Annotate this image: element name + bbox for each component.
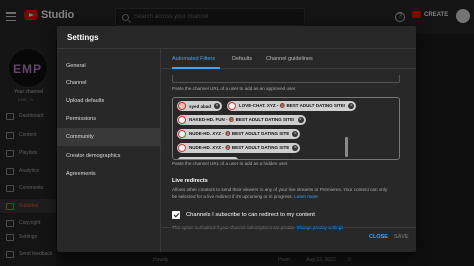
close-button[interactable]: CLOSE (369, 234, 388, 240)
studio-app: Studio ? CREATE EMP Your channel EMR_Tv … (0, 0, 474, 266)
remove-chip-icon[interactable]: × (292, 145, 299, 151)
tab-automated-filters[interactable]: Automated Filters (172, 49, 215, 69)
chip-label: NUDE-HD. XYZ - 🔞 BEST ADULT DATING SITE (189, 131, 290, 136)
settings-nav-general[interactable]: General (57, 57, 161, 75)
hidden-user-chip: LOVE-CHAT. XYZ - 🔞 BEST ADULT DATING SIT… (227, 101, 357, 111)
settings-nav-permissions[interactable]: Permissions (57, 110, 161, 128)
tab-bar: Automated Filters Defaults Channel guide… (162, 49, 416, 69)
chip-label: LOVE-CHAT. XYZ - 🔞 BEST ADULT DATING SIT… (239, 103, 346, 108)
settings-nav-creator-demographics[interactable]: Creator demographics (57, 147, 161, 165)
remove-chip-icon[interactable]: × (297, 117, 304, 123)
hidden-user-chip: NUDE-HD. XYZ - 🔞 BEST ADULT DATING SITE … (177, 143, 301, 153)
settings-nav: General Channel Upload defaults Permissions… (57, 49, 161, 252)
hidden-user-chip: NUDE-HD. XYZ - 🔞 BEST ADULT DATING SITE … (177, 129, 301, 139)
hidden-users-helper: Paste the channel URL of a user to add a… (172, 161, 289, 166)
settings-nav-upload-defaults[interactable]: Upload defaults (57, 92, 161, 110)
approved-users-helper: Paste the channel URL of a user to add a… (172, 86, 297, 91)
settings-content: Automated Filters Defaults Channel guide… (162, 49, 416, 252)
approved-users-field[interactable] (172, 75, 400, 83)
avatar (178, 144, 186, 152)
active-tab-indicator (172, 67, 220, 69)
hidden-users-field[interactable]: syed abad × LOVE-CHAT. XYZ - 🔞 BEST ADUL… (172, 97, 400, 160)
avatar (178, 116, 186, 124)
settings-nav-agreements[interactable]: Agreements (57, 165, 161, 183)
tab-defaults[interactable]: Defaults (232, 49, 252, 69)
chip-label: NAKED-HD. FUN - 🔞 BEST ADULT DATING SITE… (189, 117, 295, 122)
settings-nav-community[interactable]: Community (57, 128, 161, 146)
remove-chip-icon[interactable]: × (348, 103, 355, 109)
settings-nav-channel[interactable]: Channel (57, 74, 161, 92)
redirect-checkbox-row[interactable]: Channels I subscribe to can redirect to … (172, 211, 315, 219)
checkbox-label: Channels I subscribe to can redirect to … (186, 212, 315, 218)
chip-label: syed abad (189, 103, 212, 109)
avatar (178, 102, 186, 110)
learn-more-link[interactable]: Learn more (294, 194, 318, 199)
redirect-checkbox[interactable] (172, 211, 180, 219)
scrollbar-thumb[interactable] (345, 137, 348, 157)
remove-chip-icon[interactable]: × (292, 131, 299, 137)
remove-chip-icon[interactable]: × (214, 103, 221, 109)
avatar (228, 102, 236, 110)
divider (162, 227, 416, 228)
live-redirects-description: Allows other creators to send their view… (172, 186, 392, 200)
save-button[interactable]: SAVE (394, 234, 409, 240)
dialog-title: Settings (67, 33, 99, 42)
avatar (178, 130, 186, 138)
description-text: Allows other creators to send their view… (172, 187, 388, 199)
chip-label: NUDE-HD. XYZ - 🔞 BEST ADULT DATING SITE (189, 145, 290, 150)
tab-channel-guidelines[interactable]: Channel guidelines (266, 49, 313, 69)
hidden-user-chip: NAKED-HD. FUN - 🔞 BEST ADULT DATING SITE… (177, 115, 306, 125)
live-redirects-title: Live redirects (172, 178, 208, 184)
hidden-user-chip-partial (178, 157, 238, 159)
hidden-user-chip: syed abad × (177, 101, 223, 111)
settings-dialog: Settings General Channel Upload defaults Pe… (57, 26, 416, 252)
